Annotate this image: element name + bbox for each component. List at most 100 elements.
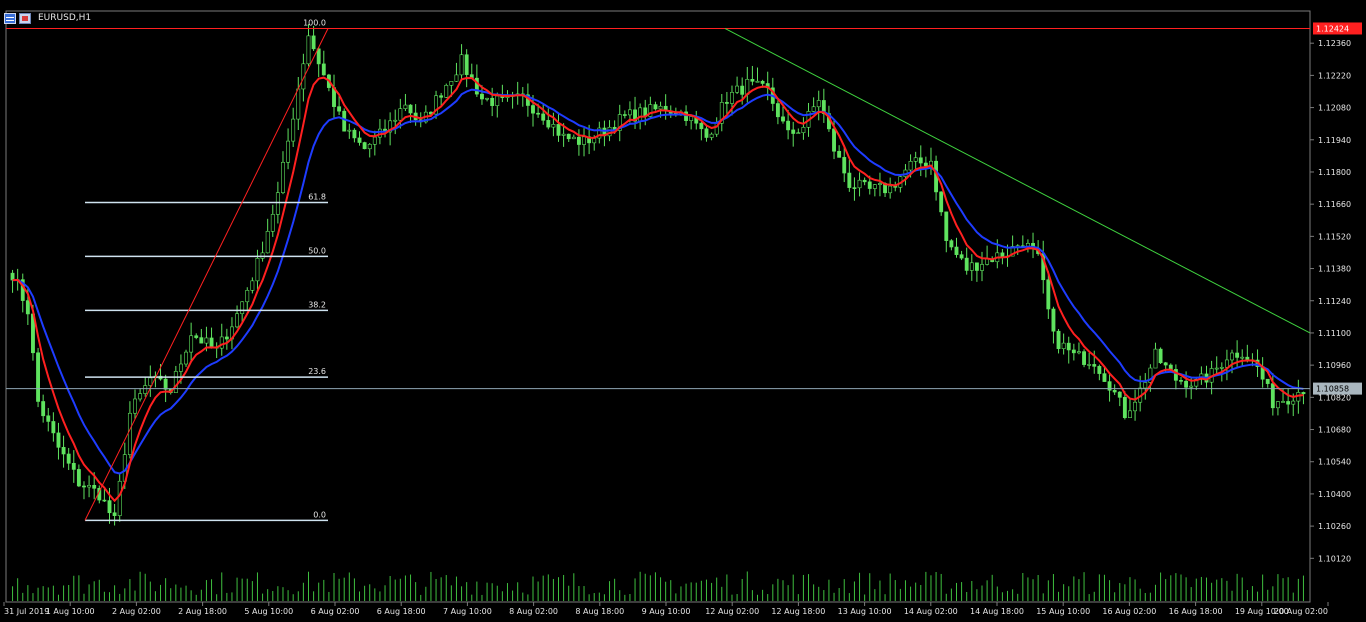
- candle-body: [133, 398, 137, 414]
- x-tick-label: 31 Jul 2019: [4, 607, 49, 616]
- candle-body: [1286, 401, 1291, 405]
- candle-body: [393, 119, 398, 122]
- x-tick-label: 8 Aug 02:00: [509, 607, 558, 616]
- candle-body: [178, 363, 183, 372]
- candle-body: [357, 137, 362, 143]
- candle-body: [638, 107, 643, 122]
- candle-body: [87, 485, 92, 488]
- candle-body: [51, 421, 56, 434]
- candle-body: [41, 401, 46, 417]
- candle-body: [408, 104, 413, 114]
- candle-body: [531, 105, 535, 114]
- x-tick-label: 13 Aug 10:00: [838, 607, 892, 616]
- candle-body: [46, 415, 51, 422]
- x-tick-label: 12 Aug 02:00: [705, 607, 759, 616]
- candle-body: [1230, 352, 1234, 361]
- price-chart[interactable]: 100.0 61.8 50.0 38.2 23.6 0.0 1.12360 1.12220 1…: [0, 0, 1366, 622]
- y-tick-label: 1.12220: [1318, 71, 1351, 80]
- candle-body: [658, 105, 663, 110]
- candle-body: [1219, 366, 1224, 369]
- candle-body: [485, 97, 490, 100]
- candle-body: [337, 106, 342, 112]
- candle-body: [730, 92, 734, 104]
- candle-body: [622, 114, 627, 116]
- candle-body: [265, 231, 270, 254]
- candle-body: [66, 453, 71, 464]
- candle-body: [872, 184, 877, 189]
- candle-body: [1077, 351, 1081, 354]
- candle-body: [536, 112, 541, 115]
- candle-body: [117, 480, 122, 516]
- candle-body: [852, 187, 857, 189]
- fibo-level-label: 50.0: [308, 246, 326, 255]
- candle-body: [372, 136, 377, 145]
- candle-body: [490, 97, 495, 106]
- y-tick-label: 1.11100: [1318, 329, 1351, 338]
- candle-body: [286, 140, 291, 163]
- candle-body: [918, 157, 923, 164]
- y-tick-label: 1.10960: [1318, 361, 1351, 370]
- x-tick-label: 1 Aug 10:00: [46, 607, 95, 616]
- candle-body: [173, 371, 178, 394]
- candle-body: [281, 161, 285, 194]
- candle-body: [628, 109, 632, 116]
- chart-title-bar: EURUSD,H1: [4, 11, 91, 25]
- candle-body: [367, 144, 372, 150]
- candle-body: [1097, 366, 1102, 374]
- candle-body: [92, 485, 97, 489]
- fibo-level-label: 38.2: [308, 300, 326, 309]
- candle-body: [1087, 364, 1092, 366]
- candle-body: [362, 142, 367, 150]
- y-tick-label: 1.12080: [1318, 104, 1351, 113]
- chart-window-icon[interactable]: [19, 12, 31, 24]
- candle-body: [939, 191, 944, 213]
- x-tick-label: 2 Aug 18:00: [178, 607, 227, 616]
- candle-body: [112, 512, 117, 516]
- list-icon[interactable]: [4, 12, 16, 24]
- candle-body: [944, 211, 949, 241]
- candle-body: [235, 313, 239, 328]
- candle-body: [969, 262, 974, 271]
- x-tick-label: 5 Aug 10:00: [244, 607, 293, 616]
- candle-body: [250, 280, 255, 291]
- candle-body: [1163, 362, 1168, 366]
- x-tick-label: 16 Aug 18:00: [1169, 607, 1223, 616]
- candle-body: [775, 103, 780, 118]
- candle-body: [1301, 392, 1306, 395]
- candle-body: [311, 35, 316, 50]
- y-tick-label: 1.10400: [1318, 490, 1351, 499]
- candle-body: [709, 133, 714, 138]
- candle-body: [291, 118, 296, 142]
- candle-body: [184, 351, 188, 365]
- x-tick-label: 2 Aug 02:00: [112, 607, 161, 616]
- candle-body: [949, 240, 954, 248]
- candle-body: [816, 100, 821, 108]
- candle-body: [260, 252, 265, 259]
- y-tick-label: 1.11520: [1318, 232, 1351, 241]
- fibo-level-label: 61.8: [308, 193, 326, 202]
- candle-body: [82, 485, 86, 488]
- candle-body: [495, 95, 500, 106]
- candle-body: [194, 335, 199, 338]
- candle-body: [275, 192, 280, 215]
- candle-body: [551, 124, 556, 128]
- chart-title: EURUSD,H1: [38, 13, 92, 23]
- candle-body: [755, 80, 760, 83]
- fibo-level-label: 100.0: [303, 18, 326, 27]
- x-tick-label: 8 Aug 18:00: [575, 607, 624, 616]
- candle-body: [464, 54, 469, 75]
- candle-body: [959, 254, 964, 259]
- candle-body: [699, 122, 704, 130]
- candle-body: [1117, 391, 1122, 398]
- candle-body: [1066, 342, 1071, 351]
- candle-body: [704, 128, 709, 138]
- candle-body: [954, 246, 959, 255]
- candle-body: [204, 337, 209, 344]
- candle-body: [908, 161, 913, 171]
- candle-body: [439, 95, 444, 98]
- candle-body: [1245, 356, 1250, 361]
- candle-body: [480, 93, 484, 100]
- candle-body: [913, 157, 918, 162]
- candle-body: [163, 378, 168, 390]
- fibo-level-label: 23.6: [308, 367, 326, 376]
